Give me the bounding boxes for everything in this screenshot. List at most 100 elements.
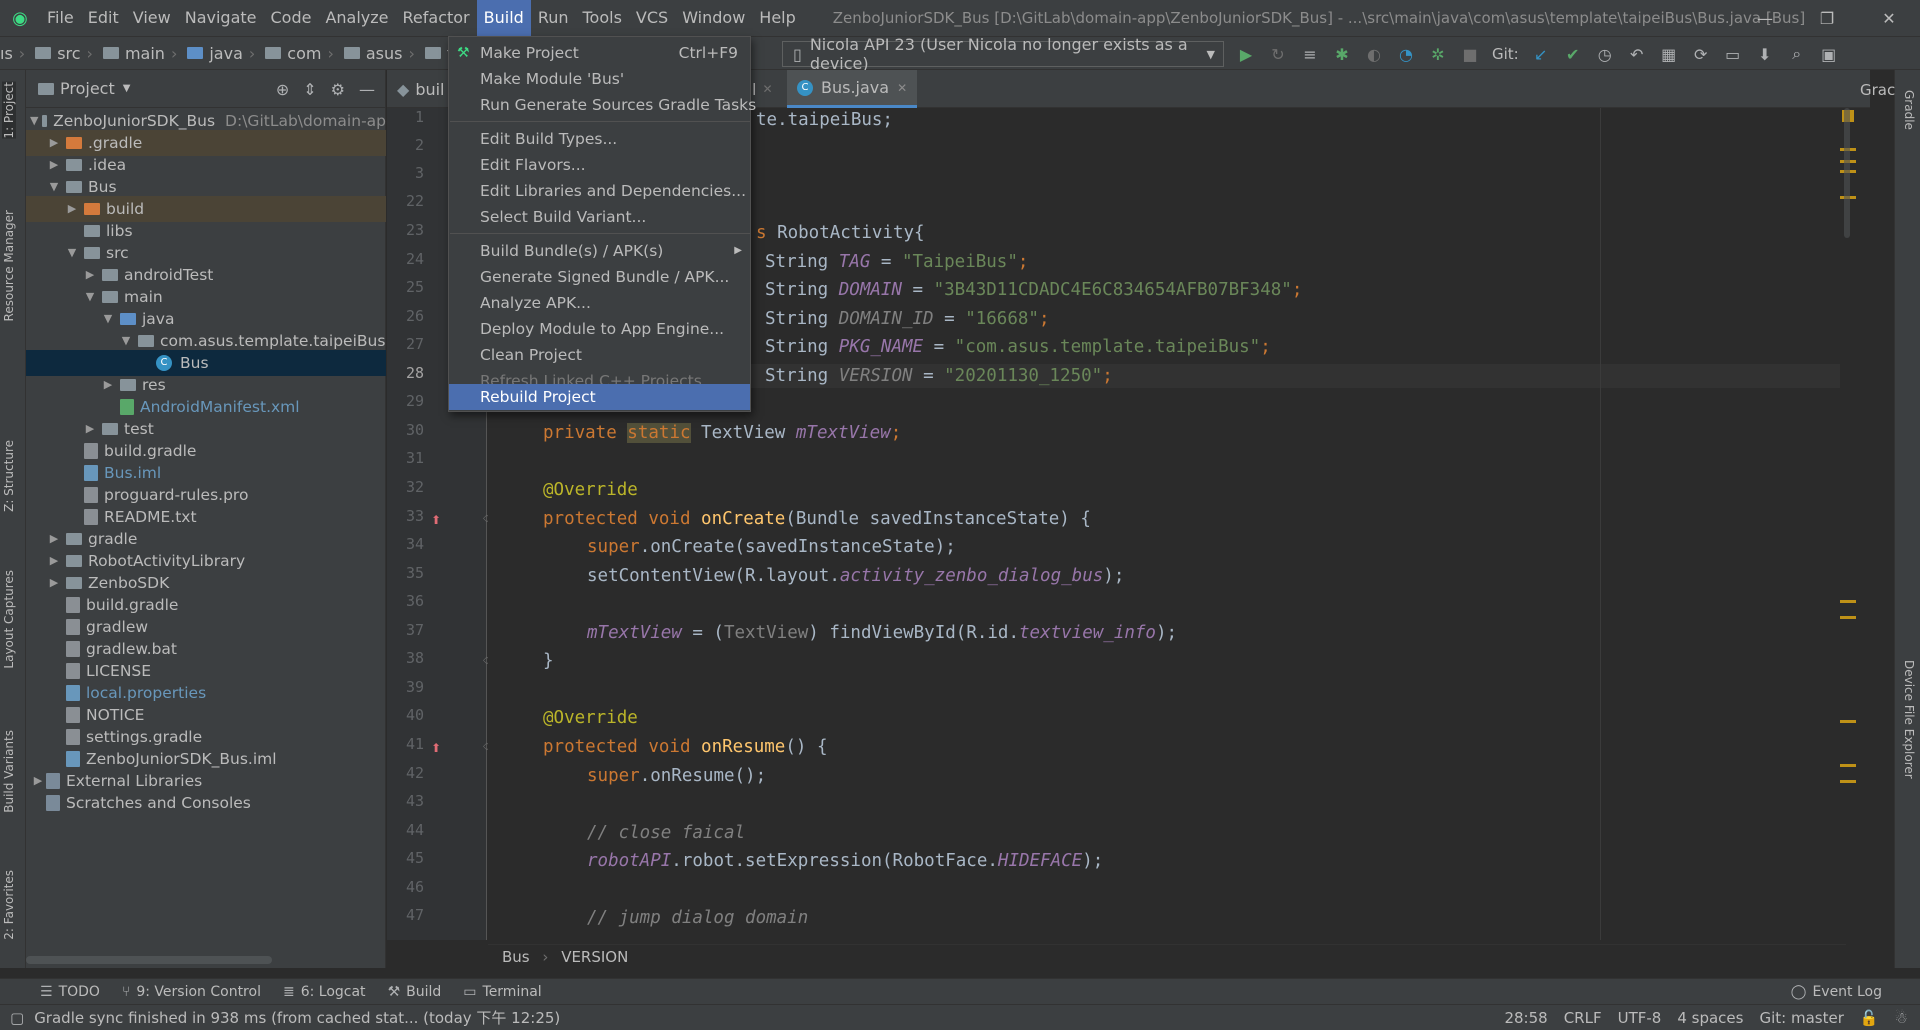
chevron-down-icon[interactable]: ▼ [123, 83, 131, 94]
tab-build-gradle[interactable]: ◆ buil [387, 70, 455, 108]
gradle-panel-title[interactable]: Grac [1860, 81, 1895, 99]
sync-gradle-icon[interactable]: ⟳ [1691, 44, 1711, 64]
menu-file[interactable]: File [40, 0, 81, 36]
warning-marker[interactable] [1840, 780, 1856, 783]
menu-item-build-bundles[interactable]: Build Bundle(s) / APK(s) ▶ [449, 238, 750, 264]
avd-manager-icon[interactable]: ▭ [1723, 44, 1743, 64]
vertical-scrollbar[interactable] [1844, 108, 1850, 238]
menu-edit[interactable]: Edit [81, 0, 126, 36]
tab-terminal[interactable]: ▭ Terminal [463, 984, 541, 1000]
collapse-all-icon[interactable]: ⇕ [303, 80, 316, 99]
crumb-asus[interactable]: asus [366, 44, 403, 63]
menu-item-rebuild-project[interactable]: Rebuild Project [449, 384, 750, 410]
project-structure-icon[interactable]: ▦ [1659, 44, 1679, 64]
menu-vcs[interactable]: VCS [629, 0, 675, 36]
tab-device-file-explorer[interactable]: Device File Explorer [1902, 660, 1916, 779]
tab-favorites[interactable]: 2: Favorites [2, 870, 16, 940]
tab-bus-java[interactable]: C Bus.java ✕ [787, 70, 918, 108]
crumb-java[interactable]: java [209, 44, 243, 63]
menu-refactor[interactable]: Refactor [396, 0, 477, 36]
crumb-root[interactable]: ıs [0, 44, 13, 63]
tab-structure[interactable]: Z: Structure [2, 440, 16, 512]
menu-view[interactable]: View [126, 0, 178, 36]
crumb-main[interactable]: main [125, 44, 165, 63]
caret-position[interactable]: 28:58 [1504, 1009, 1547, 1027]
menu-analyze[interactable]: Analyze [318, 0, 395, 36]
status-message[interactable]: Gradle sync finished in 938 ms (from cac… [34, 1007, 560, 1028]
tab-logcat[interactable]: ≣ 6: Logcat [283, 984, 366, 1000]
warning-marker[interactable] [1840, 600, 1856, 603]
menu-item-edit-flavors[interactable]: Edit Flavors... [449, 152, 750, 178]
lock-icon[interactable]: 🔓 [1860, 1009, 1879, 1027]
run-icon[interactable]: ▶ [1236, 44, 1256, 64]
git-history-icon[interactable]: ◷ [1595, 44, 1615, 64]
tab-resource-manager[interactable]: Resource Manager [2, 210, 16, 321]
menu-help[interactable]: Help [752, 0, 802, 36]
git-branch[interactable]: Git: master [1759, 1009, 1843, 1027]
apply-changes-icon[interactable]: ↻ [1268, 44, 1288, 64]
menu-code[interactable]: Code [264, 0, 319, 36]
tab-project[interactable]: 1: Project [2, 82, 16, 139]
menu-item-deploy-app-engine[interactable]: Deploy Module to App Engine... [449, 316, 750, 342]
menu-navigate[interactable]: Navigate [178, 0, 264, 36]
menu-item-clean-project[interactable]: Clean Project [449, 342, 750, 368]
horizontal-scrollbar[interactable] [26, 956, 272, 964]
error-stripe[interactable] [1840, 108, 1856, 940]
git-rollback-icon[interactable]: ↶ [1627, 44, 1647, 64]
menu-window[interactable]: Window [675, 0, 752, 36]
close-icon[interactable]: ✕ [1858, 0, 1920, 36]
breadcrumb-field[interactable]: VERSION [561, 948, 628, 966]
tab-gradle[interactable]: Gradle [1902, 90, 1916, 130]
crumb-com[interactable]: com [287, 44, 321, 63]
override-marker-icon[interactable]: ⬆ [431, 741, 441, 755]
line-separator[interactable]: CRLF [1564, 1009, 1602, 1027]
apply-code-changes-icon[interactable]: ≡ [1300, 44, 1320, 64]
minimize-icon[interactable]: — [1734, 0, 1796, 36]
locate-icon[interactable]: ⊕ [276, 80, 289, 99]
attach-debugger-icon[interactable]: ✲ [1428, 44, 1448, 64]
override-marker-icon[interactable]: ⬆ [431, 513, 441, 527]
stop-icon[interactable]: ■ [1460, 44, 1480, 64]
user-icon[interactable]: ▣ [1819, 44, 1839, 64]
close-icon[interactable]: ✕ [762, 82, 772, 96]
tab-todo[interactable]: ☰ TODO [40, 984, 100, 1000]
tab-build[interactable]: ⚒ Build [388, 984, 442, 1000]
warning-marker[interactable] [1840, 616, 1856, 619]
warning-marker[interactable] [1840, 720, 1856, 723]
menu-run[interactable]: Run [531, 0, 576, 36]
menu-item-select-build-variant[interactable]: Select Build Variant... [449, 204, 750, 230]
indent-setting[interactable]: 4 spaces [1677, 1009, 1743, 1027]
tab-event-log[interactable]: ◯ Event Log [1791, 984, 1882, 1000]
tab-build-variants[interactable]: Build Variants [2, 730, 16, 813]
device-selector[interactable]: ▯ Nicola API 23 (User Nicola no longer e… [782, 35, 1224, 73]
tab-version-control[interactable]: ⑂ 9: Version Control [122, 984, 261, 1000]
file-encoding[interactable]: UTF-8 [1618, 1009, 1662, 1027]
menu-item-edit-build-types[interactable]: Edit Build Types... [449, 126, 750, 152]
toggle-tool-windows-icon[interactable]: ▢ [10, 1009, 24, 1027]
menu-build[interactable]: Build [476, 0, 531, 36]
hide-icon[interactable]: — [359, 80, 375, 99]
tab-layout-captures[interactable]: Layout Captures [2, 570, 16, 669]
warning-marker[interactable] [1840, 764, 1856, 767]
inspector-icon[interactable]: ☃ [1895, 1009, 1908, 1027]
profile-icon[interactable]: ◔ [1396, 44, 1416, 64]
menu-item-edit-libraries[interactable]: Edit Libraries and Dependencies... [449, 178, 750, 204]
menu-tools[interactable]: Tools [576, 0, 629, 36]
search-icon[interactable]: ⌕ [1787, 44, 1807, 64]
sdk-manager-icon[interactable]: ⬇ [1755, 44, 1775, 64]
close-icon[interactable]: ✕ [897, 81, 907, 95]
gear-icon[interactable]: ⚙ [331, 80, 345, 99]
run-coverage-icon[interactable]: ◐ [1364, 44, 1384, 64]
menu-item-analyze-apk[interactable]: Analyze APK... [449, 290, 750, 316]
git-update-icon[interactable]: ↙ [1531, 44, 1551, 64]
menu-item-generate-signed[interactable]: Generate Signed Bundle / APK... [449, 264, 750, 290]
restore-icon[interactable]: ❐ [1796, 0, 1858, 36]
debug-icon[interactable]: ✱ [1332, 44, 1352, 64]
breadcrumb-class[interactable]: Bus [502, 948, 530, 966]
crumb-src[interactable]: src [57, 44, 80, 63]
git-commit-icon[interactable]: ✔ [1563, 44, 1583, 64]
project-view-selector[interactable]: Project [60, 79, 115, 98]
menu-item-run-generate-sources[interactable]: Run Generate Sources Gradle Tasks [449, 92, 756, 118]
menu-item-make-project[interactable]: ⚒ Make Project Ctrl+F9 [449, 40, 750, 66]
menu-item-make-module[interactable]: Make Module 'Bus' [449, 66, 750, 92]
